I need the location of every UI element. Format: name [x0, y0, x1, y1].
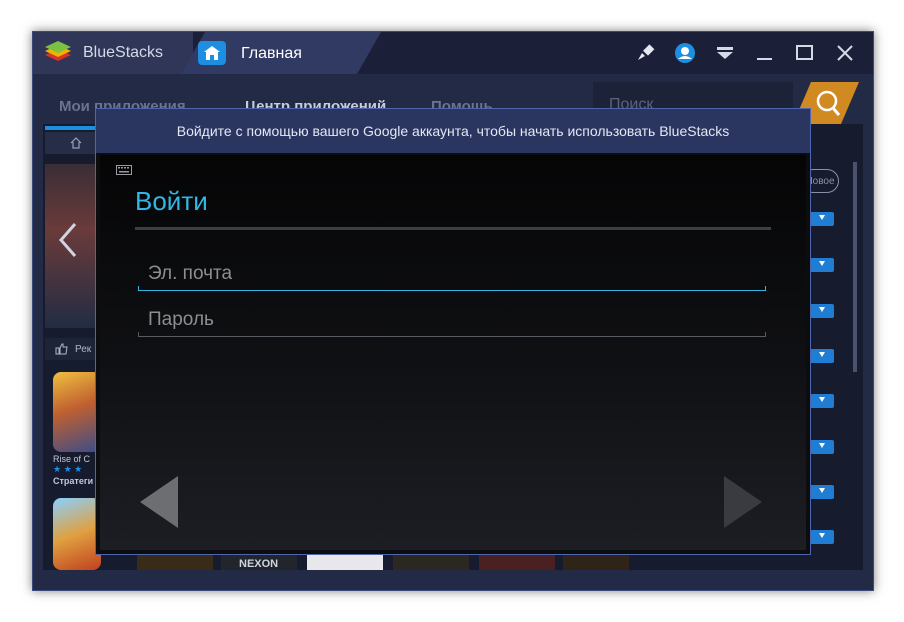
- thumbs-up-icon: [55, 343, 68, 355]
- email-field[interactable]: [138, 257, 766, 291]
- underline-tick: [765, 286, 766, 291]
- password-field[interactable]: [138, 303, 766, 337]
- tab-home-title: Главная: [241, 45, 302, 62]
- download-icon: [819, 215, 825, 221]
- minimize-icon[interactable]: [754, 42, 776, 64]
- keyboard-icon[interactable]: [116, 165, 132, 175]
- scrollbar[interactable]: [853, 162, 857, 372]
- underline-tick: [138, 286, 139, 291]
- download-icon: [819, 443, 825, 449]
- recommend-label: Рек: [75, 344, 92, 355]
- download-icon: [819, 397, 825, 403]
- download-button[interactable]: [810, 530, 834, 544]
- tab-indicator: [45, 126, 97, 130]
- strip-label: NEXON: [239, 558, 279, 570]
- game-rating: ★ ★ ★: [53, 464, 83, 474]
- game-icon-rise[interactable]: [53, 372, 101, 452]
- app-name: BlueStacks: [83, 44, 164, 61]
- download-button[interactable]: [810, 394, 834, 408]
- game-genre: Стратеги: [53, 476, 94, 486]
- dialog-header: Войдите с помощью вашего Google аккаунта…: [96, 109, 810, 153]
- back-arrow-icon[interactable]: [138, 474, 182, 530]
- brush-icon[interactable]: [634, 42, 656, 64]
- game-icon-2[interactable]: [53, 498, 101, 570]
- email-input[interactable]: [138, 257, 766, 291]
- menu-dropdown-icon[interactable]: [714, 42, 736, 64]
- download-button[interactable]: [810, 485, 834, 499]
- download-button[interactable]: [810, 212, 834, 226]
- download-icon: [819, 488, 825, 494]
- download-button[interactable]: [810, 258, 834, 272]
- home-breadcrumb-icon[interactable]: [69, 136, 83, 150]
- game-name: Rise of C: [53, 454, 91, 464]
- download-button[interactable]: [810, 440, 834, 454]
- next-arrow-icon[interactable]: [720, 474, 764, 530]
- close-icon[interactable]: [834, 42, 856, 64]
- download-icon: [819, 533, 825, 539]
- title-divider: [135, 227, 771, 230]
- download-icon: [819, 352, 825, 358]
- account-icon[interactable]: [674, 42, 696, 64]
- underline-tick: [138, 332, 139, 337]
- chevron-left-icon[interactable]: [57, 220, 79, 260]
- bluestacks-logo-icon: [45, 41, 71, 61]
- app-tab[interactable]: BlueStacks: [33, 32, 193, 74]
- home-icon[interactable]: [198, 41, 226, 65]
- download-icon: [819, 261, 825, 267]
- android-sign-in-screen: Войти: [100, 155, 806, 550]
- maximize-icon[interactable]: [794, 42, 816, 64]
- password-underline: [138, 336, 766, 337]
- google-sign-in-dialog: Войдите с помощью вашего Google аккаунта…: [95, 108, 811, 555]
- email-underline: [138, 290, 766, 291]
- download-icon: [819, 307, 825, 313]
- bluestacks-window: BlueStacks Главная Мои приложения Центр …: [32, 31, 874, 591]
- download-button[interactable]: [810, 349, 834, 363]
- sign-in-title: Войти: [135, 186, 208, 216]
- underline-tick: [765, 332, 766, 337]
- download-button[interactable]: [810, 304, 834, 318]
- password-input[interactable]: [138, 303, 766, 337]
